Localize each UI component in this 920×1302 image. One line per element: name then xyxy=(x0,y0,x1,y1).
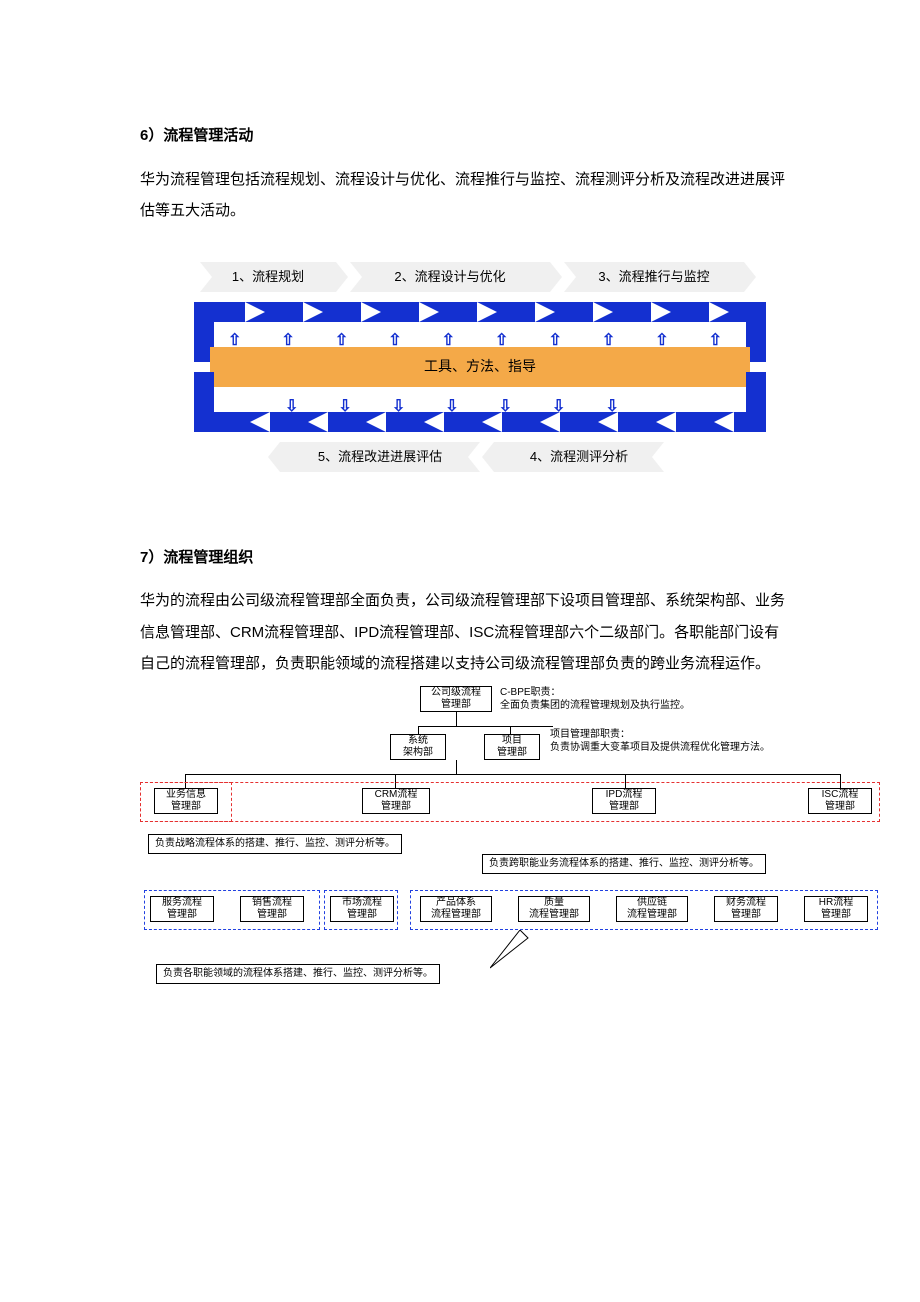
callout-strategy: 负责战略流程体系的搭建、推行、监控、测评分析等。 xyxy=(148,834,402,854)
org-box-isc: ISC流程 管理部 xyxy=(808,788,872,814)
org-box-proj-mgmt: 项目 管理部 xyxy=(484,734,540,760)
step-3-chevron: 3、流程推行与监控 xyxy=(564,262,744,292)
callout-pointer-icon xyxy=(490,930,530,970)
step-4-chevron: 4、流程测评分析 xyxy=(494,442,664,472)
flow-arrow-bottom-heads xyxy=(250,412,734,432)
section-7-paragraph: 华为的流程由公司级流程管理部全面负责，公司级流程管理部下设项目管理部、系统架构部… xyxy=(140,585,785,680)
org-chart-diagram: 公司级流程 管理部 C-BPE职责： 全面负责集团的流程管理规划及执行监控。 系… xyxy=(140,686,890,996)
step-2-chevron: 2、流程设计与优化 xyxy=(350,262,550,292)
step-1-chevron: 1、流程规划 xyxy=(200,262,336,292)
org-box-sys-arch: 系统 架构部 xyxy=(390,734,446,760)
tools-methods-bar: 工具、方法、指导 xyxy=(210,347,750,387)
org-box-company-pm: 公司级流程 管理部 xyxy=(420,686,492,712)
callout-functional: 负责各职能领域的流程体系搭建、推行、监控、测评分析等。 xyxy=(156,964,440,984)
section-6-heading: 6）流程管理活动 xyxy=(140,120,785,152)
org-box-ipd: IPD流程 管理部 xyxy=(592,788,656,814)
section-6-paragraph: 华为流程管理包括流程规划、流程设计与优化、流程推行与监控、流程测评分析及流程改进… xyxy=(140,164,785,227)
flow-arrow-top-heads xyxy=(245,302,729,322)
step-5-chevron: 5、流程改进进展评估 xyxy=(280,442,480,472)
org-desc-pm: 项目管理部职责： 负责协调重大变革项目及提供流程优化管理方法。 xyxy=(550,728,770,754)
org-desc-cbpe: C-BPE职责： 全面负责集团的流程管理规划及执行监控。 xyxy=(500,686,690,712)
callout-cross-func: 负责跨职能业务流程体系的搭建、推行、监控、测评分析等。 xyxy=(482,854,766,874)
section-7-heading: 7）流程管理组织 xyxy=(140,542,785,574)
org-box-crm: CRM流程 管理部 xyxy=(362,788,430,814)
process-activity-diagram: 1、流程规划 2、流程设计与优化 3、流程推行与监控 ⇧⇧⇧ ⇧⇧⇧ ⇧⇧⇧⇧ … xyxy=(200,262,760,472)
